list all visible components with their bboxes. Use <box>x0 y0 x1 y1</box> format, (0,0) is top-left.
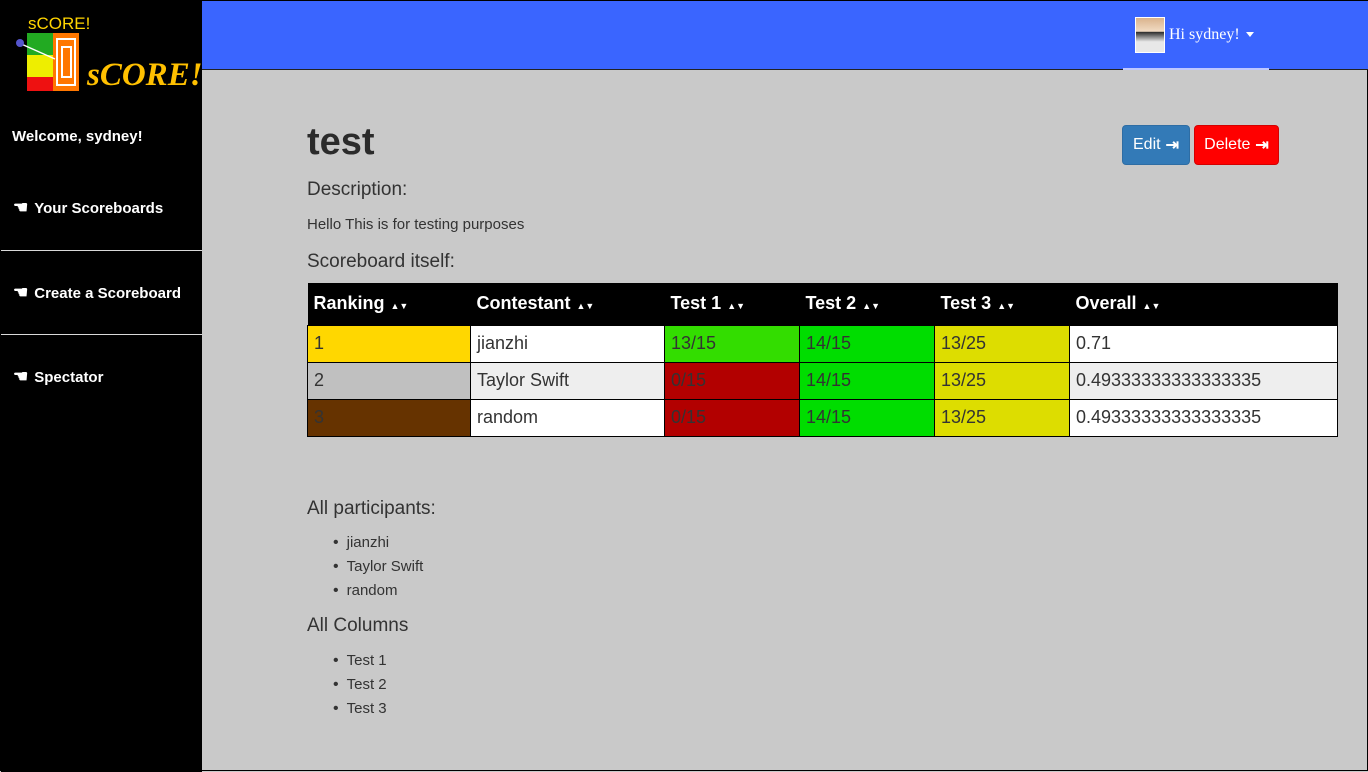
sign-in-icon: ⇥ <box>1255 137 1269 154</box>
avatar <box>1135 16 1165 53</box>
app-logo[interactable]: sCORE! sCORE! <box>1 1 203 111</box>
columns-list: Test 1 Test 2 Test 3 <box>333 649 387 721</box>
sort-icon[interactable]: ▲▼ <box>862 301 880 311</box>
sidebar-item-label: Create a Scoreboard <box>34 284 181 302</box>
scoreboard-table: Ranking ▲▼ Contestant ▲▼ Test 1 ▲▼ Test 2 ▲▼… <box>307 283 1338 437</box>
column-header-overall[interactable]: Overall ▲▼ <box>1069 283 1338 325</box>
column-header-test-3[interactable]: Test 3 ▲▼ <box>934 283 1070 325</box>
columns-heading: All Columns <box>307 615 409 636</box>
table-cell-score: 13/15 <box>664 324 800 363</box>
sidebar-item-label: Your Scoreboards <box>34 199 164 217</box>
table-cell-score: 14/15 <box>799 361 935 400</box>
chevron-down-icon <box>1245 32 1254 37</box>
table-header-row: Ranking ▲▼ Contestant ▲▼ Test 1 ▲▼ Test 2 ▲▼… <box>307 283 1338 325</box>
table-cell-ranking: 3 <box>307 398 471 437</box>
description-text: Hello This is for testing purposes <box>307 216 525 233</box>
description-heading: Description: <box>307 179 408 200</box>
table-cell-score: 0/15 <box>664 361 800 400</box>
header-label: Contestant <box>476 293 571 314</box>
table-cell-score: 13/25 <box>934 361 1070 400</box>
list-item: Test 2 <box>333 673 387 697</box>
delete-button-label: Delete <box>1204 136 1251 153</box>
table-cell-overall: 0.71 <box>1069 324 1338 363</box>
user-greeting: Hi sydney! <box>1169 25 1240 43</box>
page-title: test <box>307 121 375 163</box>
sort-icon[interactable]: ▲▼ <box>391 301 409 311</box>
table-cell-score: 0/15 <box>664 398 800 437</box>
list-item: Test 1 <box>333 649 387 673</box>
pointing-hand-icon: ☛ <box>13 367 29 386</box>
list-item: jianzhi <box>333 531 423 555</box>
pointing-hand-icon: ☛ <box>13 283 29 302</box>
column-header-ranking[interactable]: Ranking ▲▼ <box>307 283 471 325</box>
sort-icon[interactable]: ▲▼ <box>727 301 745 311</box>
participants-list: jianzhi Taylor Swift random <box>333 531 424 603</box>
column-header-test-1[interactable]: Test 1 ▲▼ <box>664 283 800 325</box>
logo-big-text: sCORE! <box>87 57 203 93</box>
list-item: Test 3 <box>333 697 387 721</box>
logo-target-icon <box>16 33 79 91</box>
edit-button[interactable]: Edit ⇥ <box>1122 125 1190 165</box>
list-item: random <box>333 579 423 603</box>
table-cell-contestant: jianzhi <box>470 324 665 363</box>
sidebar: sCORE! sCORE! Welcome, sydney! ☛ Your Sc… <box>1 1 203 772</box>
table-cell-overall: 0.49333333333333335 <box>1069 398 1338 437</box>
sidebar-item-spectator[interactable]: ☛ Spectator <box>1 335 202 419</box>
table-row: 3 random 0/15 14/15 13/25 0.493333333333… <box>307 398 1338 437</box>
table-cell-contestant: random <box>470 398 665 437</box>
table-cell-overall: 0.49333333333333335 <box>1069 361 1338 400</box>
table-cell-ranking: 1 <box>307 324 471 363</box>
top-navbar: Hi sydney! <box>202 1 1368 70</box>
table-cell-score: 14/15 <box>799 324 935 363</box>
table-cell-ranking: 2 <box>307 361 471 400</box>
welcome-text: Welcome, sydney! <box>12 128 143 145</box>
header-label: Overall <box>1075 293 1137 314</box>
table-row: 1 jianzhi 13/15 14/15 13/25 0.71 <box>307 324 1338 363</box>
header-label: Test 3 <box>940 293 992 314</box>
pointing-hand-icon: ☛ <box>13 198 29 217</box>
header-label: Test 1 <box>670 293 722 314</box>
sidebar-item-label: Spectator <box>34 368 104 386</box>
sidebar-item-create-scoreboard[interactable]: ☛ Create a Scoreboard <box>1 251 202 335</box>
sort-icon[interactable]: ▲▼ <box>1143 301 1161 311</box>
header-label: Test 2 <box>805 293 857 314</box>
scoreboard-heading: Scoreboard itself: <box>307 251 455 272</box>
list-item: Taylor Swift <box>333 555 424 579</box>
edit-button-label: Edit <box>1133 136 1161 153</box>
delete-button[interactable]: Delete ⇥ <box>1194 125 1279 165</box>
sort-icon[interactable]: ▲▼ <box>997 301 1015 311</box>
header-label: Ranking <box>313 293 385 314</box>
user-menu-dropdown[interactable]: Hi sydney! <box>1123 1 1269 70</box>
sort-icon[interactable]: ▲▼ <box>577 301 595 311</box>
app-frame: sCORE! sCORE! Welcome, sydney! ☛ Your Sc… <box>0 0 1368 772</box>
column-header-contestant[interactable]: Contestant ▲▼ <box>470 283 665 325</box>
table-cell-contestant: Taylor Swift <box>470 361 665 400</box>
sidebar-item-your-scoreboards[interactable]: ☛ Your Scoreboards <box>1 166 202 250</box>
column-header-test-2[interactable]: Test 2 ▲▼ <box>799 283 935 325</box>
participants-heading: All participants: <box>307 498 436 519</box>
table-row: 2 Taylor Swift 0/15 14/15 13/25 0.493333… <box>307 361 1338 400</box>
sign-in-icon: ⇥ <box>1165 137 1179 154</box>
table-cell-score: 13/25 <box>934 398 1070 437</box>
table-cell-score: 14/15 <box>799 398 935 437</box>
table-cell-score: 13/25 <box>934 324 1070 363</box>
